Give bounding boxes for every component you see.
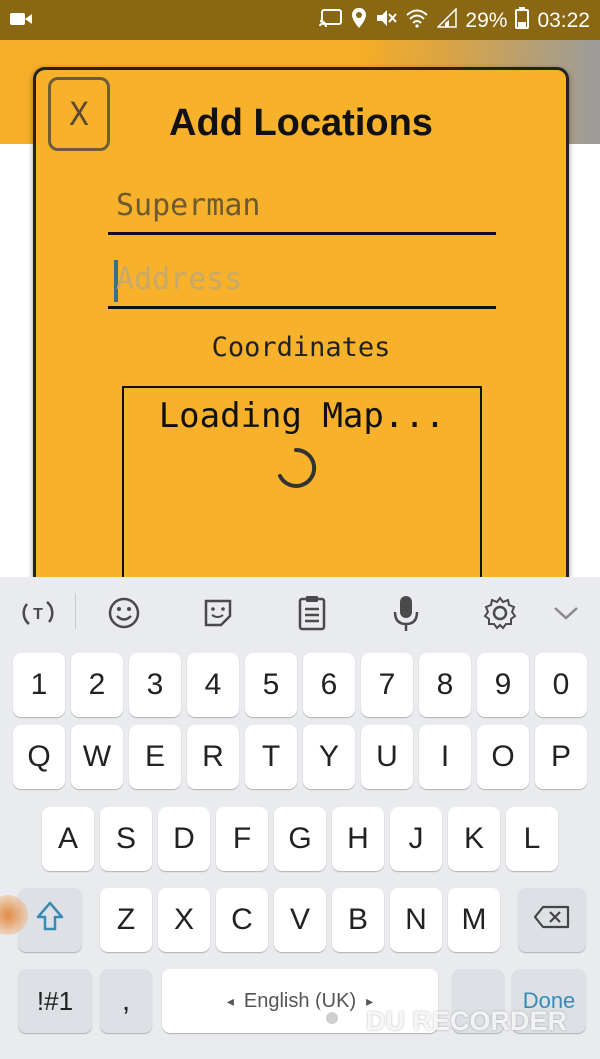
key-0[interactable]: 0	[535, 653, 587, 717]
sticker-icon[interactable]	[198, 593, 238, 633]
comma-key[interactable]: ,	[100, 969, 152, 1033]
key-3[interactable]: 3	[129, 653, 181, 717]
key-v[interactable]: V	[274, 888, 326, 952]
dialog-title: Add Locations	[169, 102, 433, 144]
key-r[interactable]: R	[187, 725, 239, 789]
key-7[interactable]: 7	[361, 653, 413, 717]
location-icon	[351, 7, 367, 35]
key-p[interactable]: P	[535, 725, 587, 789]
key-6[interactable]: 6	[303, 653, 355, 717]
language-left-arrow-icon: ◂	[226, 992, 234, 1009]
wifi-icon	[405, 8, 429, 34]
key-m[interactable]: M	[448, 888, 500, 952]
key-z[interactable]: Z	[100, 888, 152, 952]
key-9[interactable]: 9	[477, 653, 529, 717]
on-screen-keyboard: T 1 2 3 4 5 6 7 8 9 0 Q W E R T Y U I O	[0, 577, 600, 1059]
backspace-icon	[533, 903, 571, 937]
key-a[interactable]: A	[42, 807, 94, 871]
battery-icon	[515, 7, 530, 35]
key-8[interactable]: 8	[419, 653, 471, 717]
shift-arrow-icon	[35, 900, 65, 940]
key-i[interactable]: I	[419, 725, 471, 789]
address-field-placeholder: Address	[116, 262, 243, 297]
backspace-key[interactable]	[518, 888, 586, 952]
add-locations-dialog: X Add Locations Superman Address Coordin…	[33, 67, 569, 650]
key-1[interactable]: 1	[13, 653, 65, 717]
name-field[interactable]: Superman	[108, 188, 496, 235]
key-x[interactable]: X	[158, 888, 210, 952]
name-field-value: Superman	[116, 188, 261, 223]
video-record-icon	[10, 9, 32, 33]
key-u[interactable]: U	[361, 725, 413, 789]
chevron-down-icon[interactable]	[546, 593, 586, 633]
key-c[interactable]: C	[216, 888, 268, 952]
coordinates-label: Coordinates	[211, 332, 391, 363]
mute-icon	[375, 8, 398, 34]
key-f[interactable]: F	[216, 807, 268, 871]
key-h[interactable]: H	[332, 807, 384, 871]
key-w[interactable]: W	[71, 725, 123, 789]
cast-icon	[319, 8, 343, 34]
key-l[interactable]: L	[506, 807, 558, 871]
keyboard-toolbar: T	[0, 577, 600, 645]
status-bar: 29% 03:22	[0, 0, 600, 40]
toolbar-divider	[75, 593, 76, 629]
key-5[interactable]: 5	[245, 653, 297, 717]
map-loading-text: Loading Map...	[158, 396, 446, 436]
svg-text:T: T	[33, 606, 43, 623]
emoji-icon[interactable]	[104, 593, 144, 633]
key-e[interactable]: E	[129, 725, 181, 789]
symbols-key[interactable]: !#1	[18, 969, 92, 1033]
shift-key[interactable]	[18, 888, 82, 952]
settings-gear-icon[interactable]	[480, 593, 520, 633]
key-j[interactable]: J	[390, 807, 442, 871]
key-q[interactable]: Q	[13, 725, 65, 789]
recorder-watermark: DU RECORDER	[318, 1004, 567, 1039]
signal-icon	[436, 7, 458, 34]
microphone-icon[interactable]	[386, 593, 426, 633]
key-k[interactable]: K	[448, 807, 500, 871]
key-n[interactable]: N	[390, 888, 442, 952]
key-t[interactable]: T	[245, 725, 297, 789]
battery-percent: 29%	[465, 9, 508, 32]
key-4[interactable]: 4	[187, 653, 239, 717]
address-field[interactable]: Address	[108, 260, 496, 309]
status-time: 03:22	[537, 9, 590, 32]
key-s[interactable]: S	[100, 807, 152, 871]
loading-spinner-icon	[274, 446, 318, 495]
key-o[interactable]: O	[477, 725, 529, 789]
text-translate-icon[interactable]: T	[18, 593, 58, 633]
watermark-text: DU RECORDER	[366, 1006, 568, 1036]
key-g[interactable]: G	[274, 807, 326, 871]
key-b[interactable]: B	[332, 888, 384, 952]
key-y[interactable]: Y	[303, 725, 355, 789]
video-camera-icon	[318, 1004, 358, 1039]
key-d[interactable]: D	[158, 807, 210, 871]
key-2[interactable]: 2	[71, 653, 123, 717]
clipboard-icon[interactable]	[292, 593, 332, 633]
